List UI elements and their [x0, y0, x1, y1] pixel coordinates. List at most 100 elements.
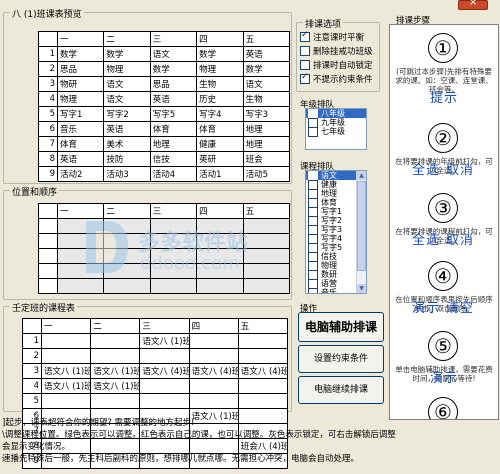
table-cell[interactable]: 生物 — [196, 76, 244, 92]
table-cell[interactable]: 英语 — [56, 151, 105, 167]
table-cell[interactable] — [149, 278, 198, 294]
table-cell[interactable]: 体育 — [149, 121, 198, 137]
option-checkbox[interactable]: 排课时自动锁定 — [300, 59, 373, 71]
table-cell[interactable] — [149, 233, 198, 249]
table-cell[interactable] — [103, 248, 151, 264]
table-cell[interactable]: 语文八 (1)班 — [40, 378, 92, 394]
table-cell[interactable]: 语文八 (1)班 — [188, 408, 239, 424]
table-cell[interactable] — [90, 348, 141, 364]
table-cell[interactable]: 地理 — [242, 121, 291, 137]
table-cell[interactable]: 数学 — [196, 46, 244, 62]
table-cell[interactable] — [188, 348, 239, 364]
close-icon[interactable] — [458, 0, 488, 10]
table-cell[interactable]: 写字3 — [242, 106, 291, 122]
table-cell[interactable] — [237, 393, 289, 409]
table-cell[interactable]: 语文 — [242, 76, 291, 92]
table-cell[interactable]: 写字4 — [196, 106, 244, 122]
checkbox-icon[interactable] — [300, 30, 310, 42]
step-link[interactable]: 取消 — [446, 159, 474, 178]
table-cell[interactable]: 语文八 (4)班 — [188, 363, 239, 379]
table-cell[interactable]: 活动1 — [196, 166, 244, 182]
table-cell[interactable] — [237, 378, 289, 394]
table-cell[interactable] — [237, 408, 289, 424]
option-checkbox[interactable]: 删除挂戒功班级 — [300, 45, 373, 57]
checkbox-icon[interactable] — [308, 126, 318, 137]
table-cell[interactable] — [40, 393, 92, 409]
table-cell[interactable]: 健康 — [196, 136, 244, 152]
table-cell[interactable]: 活动5 — [242, 166, 291, 182]
table-cell[interactable]: 班会 — [242, 151, 291, 167]
table-cell[interactable]: 语文八 (1)班 — [40, 363, 92, 379]
step-link[interactable]: 全选 — [412, 159, 440, 178]
table-cell[interactable]: 写字1 — [56, 106, 105, 122]
table-cell[interactable]: 体育 — [196, 121, 244, 137]
table-cell[interactable]: 语文 — [149, 46, 198, 62]
step-link[interactable]: 提示 — [430, 87, 458, 106]
table-cell[interactable] — [237, 348, 289, 364]
option-checkbox[interactable]: 不提示约束条件 — [300, 72, 373, 85]
table-cell[interactable]: 美术 — [103, 136, 151, 152]
table-cell[interactable] — [188, 378, 239, 394]
checkbox-icon[interactable] — [300, 72, 310, 84]
scroll-thumb[interactable] — [357, 181, 366, 271]
table-cell[interactable] — [242, 263, 291, 279]
table-cell[interactable]: 英语 — [103, 121, 151, 137]
table-cell[interactable]: 地理 — [242, 136, 291, 152]
table-cell[interactable]: 生物 — [242, 91, 291, 107]
table-cell[interactable] — [139, 393, 190, 409]
table-cell[interactable]: 语文八 (1)班 — [90, 378, 141, 394]
table-cell[interactable]: 地理 — [149, 136, 198, 152]
table-cell[interactable] — [56, 218, 105, 234]
table-cell[interactable] — [103, 218, 151, 234]
table-cell[interactable]: 活动3 — [103, 166, 151, 182]
table-cell[interactable] — [56, 263, 105, 279]
table-cell[interactable] — [242, 278, 291, 294]
table-cell[interactable]: 历史 — [196, 91, 244, 107]
step-link[interactable]: 全选 — [412, 229, 440, 248]
table-cell[interactable]: 语文 — [103, 76, 151, 92]
option-checkbox[interactable]: 注意课时平衡 — [300, 30, 364, 43]
table-cell[interactable]: 思品 — [56, 61, 105, 77]
table-cell[interactable] — [196, 263, 244, 279]
course-scrollbar[interactable]: ▲ ▼ — [356, 171, 366, 293]
table-cell[interactable] — [90, 393, 141, 409]
table-cell[interactable]: 数学 — [56, 46, 105, 62]
table-cell[interactable] — [149, 248, 198, 264]
table-cell[interactable] — [103, 233, 151, 249]
auto-schedule-button[interactable]: 电脑辅助排课 — [298, 312, 384, 342]
position-order-table[interactable]: 一二三四五 — [38, 203, 291, 294]
table-cell[interactable] — [103, 278, 151, 294]
table-cell[interactable] — [56, 278, 105, 294]
table-cell[interactable]: 语文八 (4)班 — [237, 363, 289, 379]
table-cell[interactable]: 技防 — [103, 151, 151, 167]
table-cell[interactable] — [237, 333, 289, 349]
table-cell[interactable]: 英语 — [242, 46, 291, 62]
step-link[interactable]: 取消 — [446, 229, 474, 248]
table-cell[interactable]: 数学 — [242, 61, 291, 77]
table-cell[interactable] — [90, 333, 141, 349]
checkbox-icon[interactable] — [300, 46, 310, 56]
table-cell[interactable] — [56, 248, 105, 264]
course-listbox[interactable]: 语文 健康 地理 体育 写字1 写字2 写字3 写字4 写字5 信技 物理 数研 语营 音乐 ▲ ▼ — [305, 170, 367, 294]
table-cell[interactable] — [103, 263, 151, 279]
checkbox-icon[interactable] — [308, 287, 318, 293]
table-cell[interactable]: 语文八 (1)班 — [90, 363, 141, 379]
table-cell[interactable]: 写字5 — [149, 106, 198, 122]
table-cell[interactable] — [40, 348, 92, 364]
table-cell[interactable]: 语文八 (4)班 — [139, 363, 190, 379]
table-cell[interactable]: 英研 — [196, 151, 244, 167]
table-cell[interactable] — [242, 248, 291, 264]
table-cell[interactable]: 语文八 (1)班 — [139, 333, 190, 349]
table-cell[interactable]: 物研 — [56, 76, 105, 92]
table-cell[interactable]: 音乐 — [56, 121, 105, 137]
table-cell[interactable] — [196, 233, 244, 249]
scroll-down-icon[interactable]: ▼ — [357, 284, 366, 293]
table-cell[interactable] — [149, 263, 198, 279]
set-constraints-button[interactable]: 设置约束条件 — [298, 345, 384, 373]
table-cell[interactable]: 活动2 — [56, 166, 105, 182]
table-cell[interactable] — [242, 218, 291, 234]
table-cell[interactable]: 物理 — [103, 61, 151, 77]
table-cell[interactable]: 信技 — [149, 151, 198, 167]
table-cell[interactable] — [242, 233, 291, 249]
table-cell[interactable]: 数学 — [103, 46, 151, 62]
